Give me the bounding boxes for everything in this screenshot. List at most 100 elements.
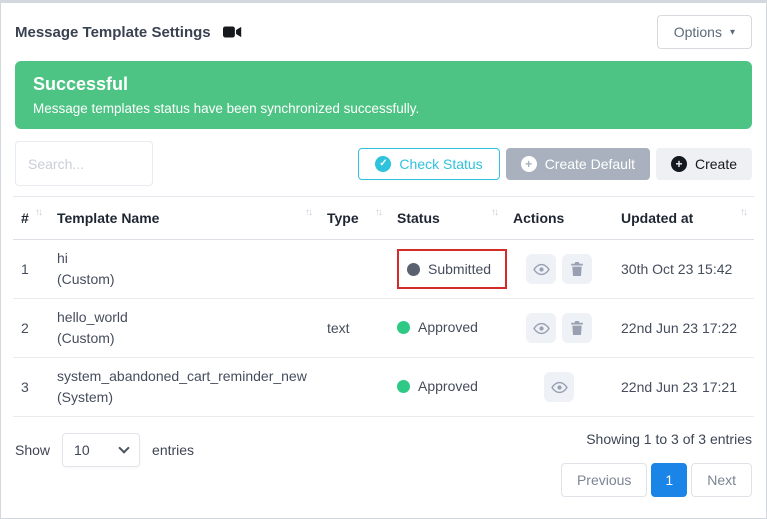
column-header-template-name-label: Template Name (57, 210, 159, 226)
column-header-updated-at-label: Updated at (621, 210, 693, 226)
alert-message: Message templates status have been synch… (33, 101, 734, 116)
table-row: 3 system_abandoned_cart_reminder_new (Sy… (13, 358, 754, 417)
trash-icon (570, 261, 584, 277)
eye-icon (533, 261, 550, 278)
template-variant: (System) (57, 387, 311, 408)
updated-at: 22nd Jun 23 17:22 (613, 299, 754, 358)
actions-cell (505, 358, 613, 417)
sort-icon: ↑↓ (305, 207, 311, 218)
actions-cell (505, 240, 613, 299)
template-name-cell: hello_world (Custom) (49, 299, 319, 358)
status-pill: Approved (397, 319, 478, 335)
row-number: 2 (13, 299, 49, 358)
row-number: 1 (13, 240, 49, 299)
page-size-select[interactable]: 10 (62, 433, 140, 467)
column-header-actions: Actions (505, 197, 613, 240)
sort-icon: ↑↓ (740, 207, 746, 218)
sort-icon: ↑↓ (491, 207, 497, 218)
table-row: 1 hi (Custom) Submitted (13, 240, 754, 299)
delete-button[interactable] (562, 254, 592, 284)
previous-page-button[interactable]: Previous (561, 463, 647, 497)
template-type (319, 240, 389, 299)
column-header-updated-at[interactable]: Updated at ↑↓ (613, 197, 754, 240)
top-bar: Message Template Settings Options ▾ (13, 3, 754, 59)
delete-button[interactable] (562, 313, 592, 343)
status-dot-icon (397, 380, 410, 393)
view-button[interactable] (526, 313, 556, 343)
template-type (319, 358, 389, 417)
chevron-down-icon (118, 442, 129, 453)
entries-label: entries (152, 442, 194, 458)
check-status-button[interactable]: ✓ Check Status (358, 148, 499, 180)
status-label: Submitted (428, 261, 491, 277)
view-button[interactable] (544, 372, 574, 402)
updated-at: 30th Oct 23 15:42 (613, 240, 754, 299)
status-label: Approved (418, 378, 478, 394)
status-cell: Submitted (389, 240, 505, 299)
message-template-settings-page: Message Template Settings Options ▾ Succ… (0, 0, 767, 519)
pagination: Previous 1 Next (561, 463, 752, 497)
page-size-control: Show 10 entries (15, 433, 194, 467)
status-cell: Approved (389, 299, 505, 358)
caret-down-icon: ▾ (730, 27, 735, 38)
showing-entries-text: Showing 1 to 3 of 3 entries (586, 431, 752, 447)
template-name-cell: hi (Custom) (49, 240, 319, 299)
column-header-type[interactable]: Type ↑↓ (319, 197, 389, 240)
success-alert: Successful Message templates status have… (15, 61, 752, 129)
page-1-button[interactable]: 1 (651, 463, 687, 497)
table-header-row: # ↑↓ Template Name ↑↓ Type ↑↓ Status ↑↓ Acti… (13, 197, 754, 240)
check-status-label: Check Status (399, 156, 482, 172)
plus-circle-icon: + (521, 156, 537, 172)
status-dot-icon (407, 263, 420, 276)
create-button[interactable]: + Create (656, 148, 752, 180)
eye-icon (533, 320, 550, 337)
table-row: 2 hello_world (Custom) text Approved (13, 299, 754, 358)
trash-icon (570, 320, 584, 336)
table-footer: Show 10 entries Showing 1 to 3 of 3 entr… (13, 429, 754, 497)
options-button[interactable]: Options ▾ (657, 15, 752, 49)
next-page-button[interactable]: Next (691, 463, 752, 497)
status-pill: Approved (397, 378, 478, 394)
actions-cell (505, 299, 613, 358)
status-dot-icon (397, 321, 410, 334)
status-label: Approved (418, 319, 478, 335)
column-header-type-label: Type (327, 210, 359, 226)
footer-right: Showing 1 to 3 of 3 entries Previous 1 N… (561, 429, 752, 497)
template-name: hi (57, 248, 311, 269)
page-size-value: 10 (74, 442, 90, 458)
video-camera-icon (223, 25, 242, 39)
column-header-status-label: Status (397, 210, 440, 226)
template-name: system_abandoned_cart_reminder_new (57, 366, 311, 387)
column-header-status[interactable]: Status ↑↓ (389, 197, 505, 240)
template-variant: (Custom) (57, 328, 311, 349)
column-header-template-name[interactable]: Template Name ↑↓ (49, 197, 319, 240)
toolbar-buttons: ✓ Check Status + Create Default + Create (358, 148, 752, 180)
column-header-actions-label: Actions (513, 210, 564, 226)
show-label: Show (15, 442, 50, 458)
template-type: text (319, 299, 389, 358)
toolbar: ✓ Check Status + Create Default + Create (15, 141, 752, 186)
search-input[interactable] (15, 141, 153, 186)
create-default-label: Create Default (545, 156, 635, 172)
sort-icon: ↑↓ (35, 207, 41, 218)
status-cell: Approved (389, 358, 505, 417)
row-number: 3 (13, 358, 49, 417)
create-label: Create (695, 156, 737, 172)
check-circle-icon: ✓ (375, 156, 391, 172)
sort-icon: ↑↓ (375, 207, 381, 218)
options-button-label: Options (674, 24, 722, 40)
template-name-cell: system_abandoned_cart_reminder_new (Syst… (49, 358, 319, 417)
eye-icon (551, 379, 568, 396)
templates-table: # ↑↓ Template Name ↑↓ Type ↑↓ Status ↑↓ Acti… (13, 196, 754, 417)
updated-at: 22nd Jun 23 17:21 (613, 358, 754, 417)
status-highlight-box: Submitted (397, 249, 507, 289)
column-header-num[interactable]: # ↑↓ (13, 197, 49, 240)
template-name: hello_world (57, 307, 311, 328)
page-title-text: Message Template Settings (15, 24, 211, 41)
column-header-num-label: # (21, 210, 29, 226)
template-variant: (Custom) (57, 269, 311, 290)
view-button[interactable] (526, 254, 556, 284)
plus-circle-icon: + (671, 156, 687, 172)
create-default-button[interactable]: + Create Default (506, 148, 650, 180)
alert-title: Successful (33, 74, 734, 95)
